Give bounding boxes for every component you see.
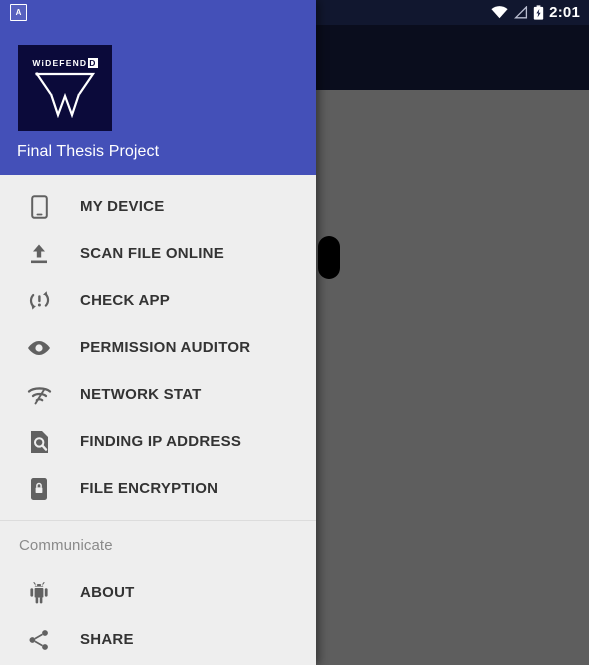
drawer-item-permission-auditor[interactable]: PERMISSION AUDITOR	[0, 324, 316, 371]
drawer-item-check-app[interactable]: CHECK APP	[0, 277, 316, 324]
app-notification-icon: A	[10, 4, 27, 21]
cell-signal-icon	[514, 6, 528, 19]
wifi-icon	[491, 6, 508, 19]
status-bar-clock: 2:01	[549, 4, 580, 21]
drawer-item-label: ABOUT	[80, 584, 135, 601]
drawer-item-finding-ip-address[interactable]: FINDING IP ADDRESS	[0, 418, 316, 465]
android-screen: .1 l 94525 -G950F rdebug WiDEFENDD	[0, 0, 589, 665]
drawer-item-scan-file-online[interactable]: SCAN FILE ONLINE	[0, 230, 316, 277]
w-triangle-logo-icon	[34, 72, 96, 118]
logo-wordmark-boxed-letter: D	[88, 58, 98, 68]
battery-charging-icon	[533, 5, 544, 20]
drawer-section-header: Communicate	[19, 536, 113, 554]
drawer-item-label: CHECK APP	[80, 292, 171, 309]
drawer-item-share[interactable]: SHARE	[0, 616, 316, 663]
drawer-item-label: SHARE	[80, 631, 134, 648]
share-icon	[26, 627, 52, 653]
drawer-item-label: FINDING IP ADDRESS	[80, 433, 242, 450]
drawer-item-label: NETWORK STAT	[80, 386, 202, 403]
android-icon	[26, 580, 52, 606]
phone-lock-icon	[26, 476, 52, 502]
logo-wordmark-text: WiDEFEND	[32, 58, 88, 68]
app-logo: WiDEFEND D	[18, 45, 112, 131]
status-bar-icons: 2:01	[491, 4, 580, 21]
drawer-item-network-stat[interactable]: NETWORK STAT	[0, 371, 316, 418]
wifi-icon	[26, 382, 52, 408]
drawer-item-label: MY DEVICE	[80, 198, 165, 215]
drawer-header: WiDEFEND D Final Thesis Project	[0, 0, 316, 175]
eye-icon	[26, 335, 52, 361]
navigation-drawer: WiDEFEND D Final Thesis Project MY DEVIC…	[0, 0, 316, 665]
sync-problem-icon	[26, 288, 52, 314]
drawer-title: Final Thesis Project	[17, 143, 160, 160]
logo-wordmark: WiDEFEND D	[32, 58, 98, 68]
upload-icon	[26, 241, 52, 267]
drawer-item-file-encryption[interactable]: FILE ENCRYPTION	[0, 465, 316, 512]
drawer-item-label: PERMISSION AUDITOR	[80, 339, 251, 356]
drawer-menu-list: MY DEVICE SCAN FILE ONLINE CHECK APP PER…	[0, 175, 316, 663]
device-graphic	[318, 236, 340, 279]
drawer-item-label: FILE ENCRYPTION	[80, 480, 219, 497]
document-search-icon	[26, 429, 52, 455]
drawer-item-about[interactable]: ABOUT	[0, 569, 316, 616]
drawer-item-my-device[interactable]: MY DEVICE	[0, 183, 316, 230]
drawer-item-label: SCAN FILE ONLINE	[80, 245, 225, 262]
phone-icon	[26, 194, 52, 220]
status-bar: A 2:01	[0, 0, 589, 25]
